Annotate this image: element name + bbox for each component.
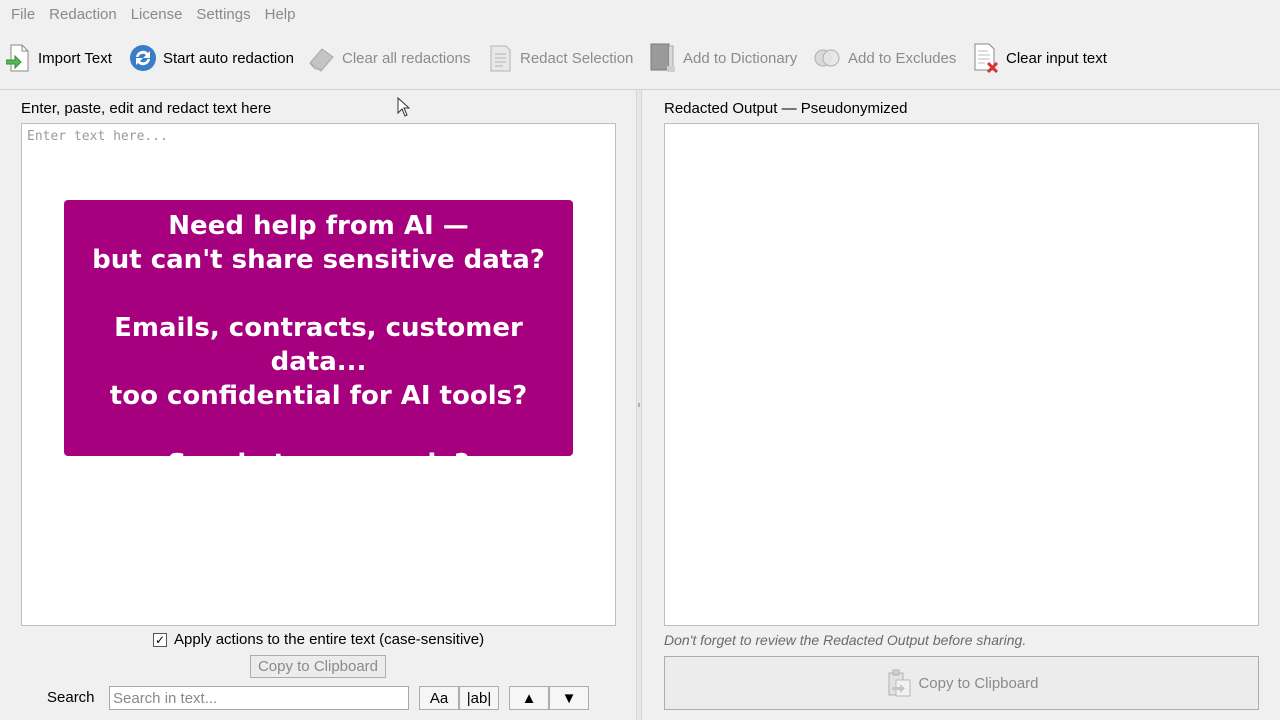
- promo-line-3: Emails, contracts, customer data...: [114, 313, 523, 377]
- eraser-icon: [309, 48, 334, 72]
- redact-selection-label: Redact Selection: [520, 49, 634, 67]
- book-icon: [650, 43, 675, 72]
- clear-input-text-button[interactable]: Clear input text: [972, 40, 1107, 76]
- start-auto-redaction-button[interactable]: Start auto redaction: [129, 40, 294, 76]
- menu-bar: File Redaction License Settings Help: [0, 0, 1280, 28]
- add-excludes-label: Add to Excludes: [848, 49, 957, 67]
- output-panel-label: Redacted Output — Pseudonymized: [664, 100, 908, 117]
- add-to-dictionary-button[interactable]: Add to Dictionary: [649, 40, 797, 76]
- document-icon: [490, 45, 511, 72]
- panel-splitter[interactable]: [636, 90, 642, 720]
- input-placeholder: Enter text here...: [27, 129, 168, 144]
- import-text-button[interactable]: Import Text: [6, 40, 112, 76]
- apply-entire-text-row: ✓ Apply actions to the entire text (case…: [153, 631, 484, 648]
- input-copy-to-clipboard-button[interactable]: Copy to Clipboard: [250, 655, 386, 678]
- mouse-cursor-icon: [397, 97, 411, 117]
- input-panel-label: Enter, paste, edit and redact text here: [21, 100, 272, 117]
- search-input[interactable]: [109, 686, 409, 710]
- menu-license[interactable]: License: [131, 6, 183, 23]
- add-dictionary-label: Add to Dictionary: [683, 49, 798, 67]
- apply-entire-text-checkbox[interactable]: ✓: [153, 632, 167, 647]
- redact-selection-button[interactable]: Redact Selection: [488, 40, 633, 76]
- splitter-grip: [638, 403, 640, 407]
- menu-redaction[interactable]: Redaction: [49, 6, 117, 23]
- search-next-button[interactable]: ▼: [549, 686, 589, 710]
- promo-line-5: So what can you do?: [167, 449, 470, 479]
- whole-word-button[interactable]: |ab|: [459, 686, 499, 710]
- search-label: Search: [47, 689, 95, 706]
- menu-settings[interactable]: Settings: [196, 6, 250, 23]
- output-copy-label: Copy to Clipboard: [918, 674, 1039, 692]
- promo-overlay: Need help from AI — but can't share sens…: [64, 200, 573, 479]
- clear-all-redactions-button[interactable]: Clear all redactions: [308, 40, 470, 76]
- exclude-icon: [814, 49, 840, 67]
- promo-line-2: but can't share sensitive data?: [92, 245, 545, 275]
- clear-document-icon: [974, 43, 999, 74]
- sync-icon: [130, 45, 156, 71]
- start-auto-label: Start auto redaction: [163, 49, 294, 67]
- menu-help[interactable]: Help: [265, 6, 296, 23]
- review-note: Don't forget to review the Redacted Outp…: [664, 632, 1027, 648]
- redacted-output-area[interactable]: [664, 123, 1259, 626]
- output-copy-to-clipboard-button[interactable]: Copy to Clipboard: [664, 656, 1259, 710]
- promo-line-4: too confidential for AI tools?: [109, 381, 528, 411]
- clear-input-label: Clear input text: [1006, 49, 1107, 67]
- match-case-button[interactable]: Aa: [419, 686, 459, 710]
- search-prev-button[interactable]: ▲: [509, 686, 549, 710]
- promo-line-1: Need help from AI —: [168, 211, 469, 241]
- apply-entire-text-label: Apply actions to the entire text (case-s…: [174, 631, 485, 648]
- clear-all-label: Clear all redactions: [342, 49, 471, 67]
- add-to-excludes-button[interactable]: Add to Excludes: [812, 40, 956, 76]
- import-icon: [6, 44, 29, 72]
- import-text-label: Import Text: [38, 49, 112, 67]
- toolbar: Import Text Start auto redaction Clear a…: [0, 28, 1280, 90]
- menu-file[interactable]: File: [11, 6, 35, 23]
- clipboard-icon: [888, 669, 911, 697]
